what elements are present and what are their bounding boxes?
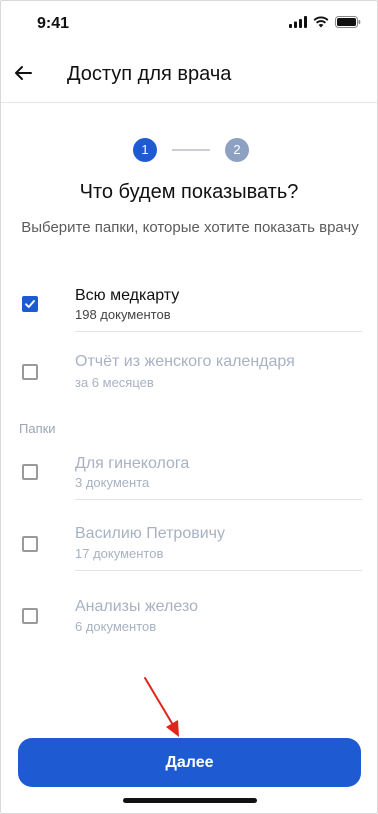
option-full-record[interactable]: Всю медкарту 198 документов [1,283,377,343]
step-2-indicator: 2 [225,138,249,162]
option-title: Всю медкарту [75,287,180,304]
folder-item-gynecologist[interactable]: Для гинеколога 3 документа [1,451,377,511]
page-title: Доступ для врача [67,63,232,85]
battery-icon [335,16,361,28]
option-calendar-report[interactable]: Отчёт из женского календаря за 6 месяцев [1,350,377,410]
step-connector [172,149,210,151]
folders-label: Папки [19,421,56,436]
next-button[interactable]: Далее [18,738,361,787]
checkmark-icon [25,300,35,308]
folder-title: Для гинеколога [75,455,190,472]
section-title: Что будем показывать? [79,181,299,203]
folder-subtitle: 6 документов [75,619,157,634]
annotation-arrow-icon [144,677,179,737]
divider [75,331,362,332]
folder-item-iron-tests[interactable]: Анализы железо 6 документов [1,595,377,655]
folder-title: Василию Петровичу [75,525,225,542]
divider [75,570,362,571]
stepper: 1 2 [1,138,377,162]
arrow-left-icon [15,66,32,80]
checkbox-unchecked[interactable] [22,608,38,624]
status-bar: 9:41 [1,1,377,47]
folder-subtitle: 17 документов [75,546,164,561]
checkbox-unchecked[interactable] [22,536,38,552]
folder-subtitle: 3 документа [75,475,150,490]
phone-screen: 9:41 Доступ для врача 1 2 Что будем пока… [0,0,378,814]
wifi-icon [313,16,329,28]
back-button[interactable] [11,61,35,85]
checkbox-checked[interactable] [22,296,38,312]
checkbox-unchecked[interactable] [22,364,38,380]
divider [75,499,362,500]
section-subtitle: Выберите папки, которые хотите показать … [21,219,359,236]
checkbox-unchecked[interactable] [22,464,38,480]
option-subtitle: за 6 месяцев [75,375,154,390]
option-title: Отчёт из женского календаря [75,353,295,370]
status-time: 9:41 [37,15,70,32]
option-subtitle: 198 документов [75,307,171,322]
step-1-indicator: 1 [133,138,157,162]
folder-title: Анализы железо [75,598,198,615]
signal-icon [289,16,307,28]
folder-item-vasiliy[interactable]: Василию Петровичу 17 документов [1,522,377,582]
status-icons [289,16,361,28]
app-header: Доступ для врача [1,47,377,103]
home-indicator [123,798,257,803]
